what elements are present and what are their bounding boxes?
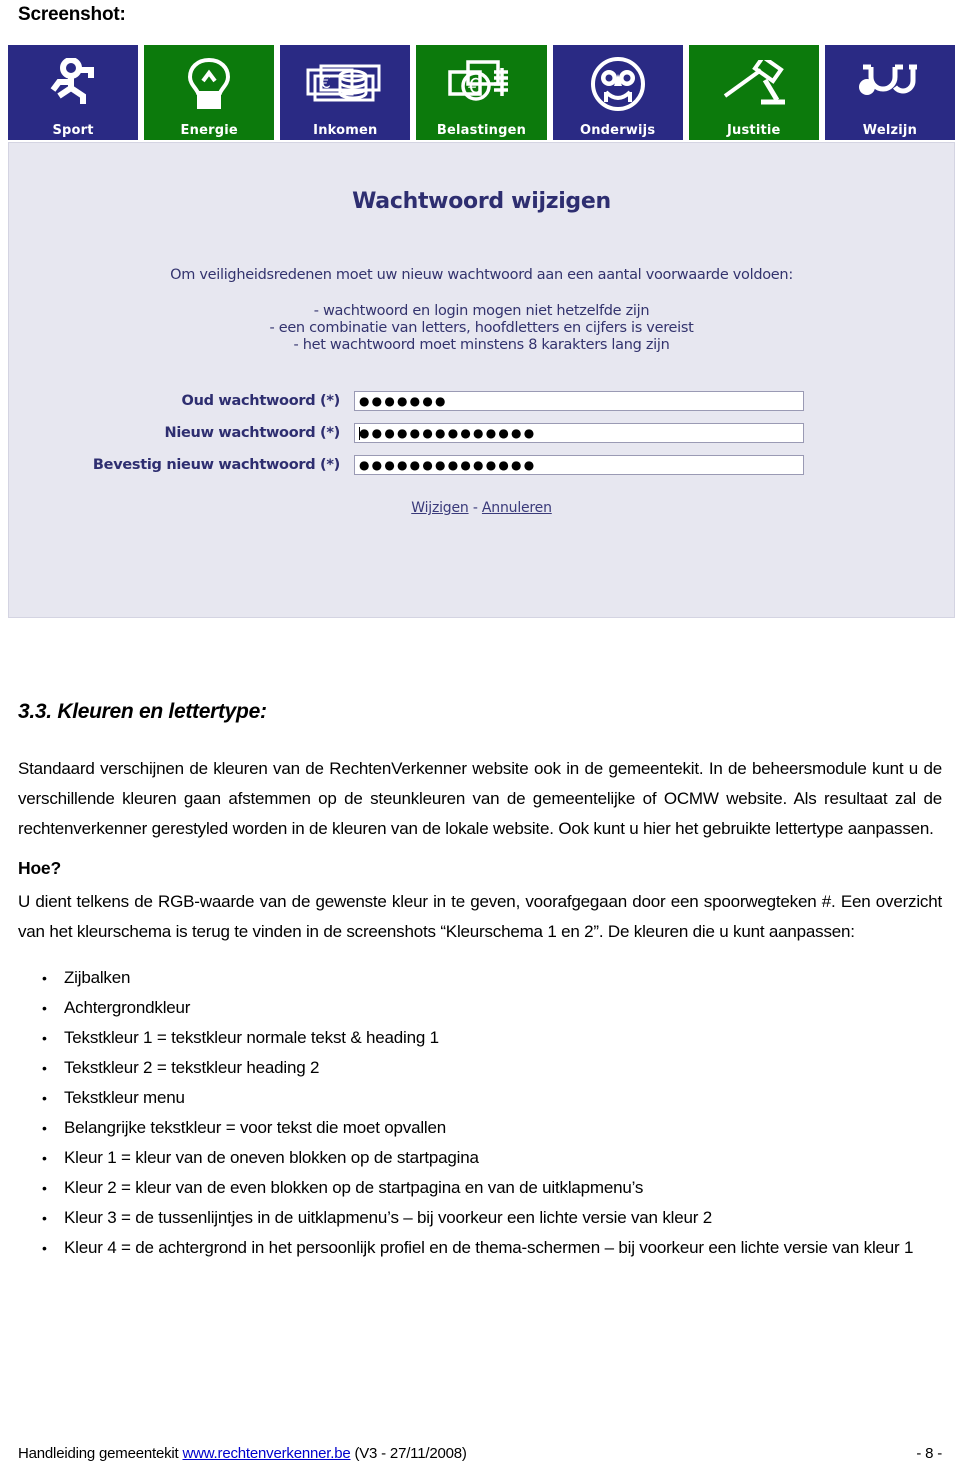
list-item: Kleur 2 = kleur van de even blokken op d… (42, 1173, 942, 1203)
tile-onderwijs[interactable]: Onderwijs (552, 45, 683, 140)
embedded-app-screenshot: Sport Energie € Inkomen € Belastingen On… (8, 45, 955, 618)
tile-belastingen[interactable]: € Belastingen (416, 45, 547, 140)
list-item: Belangrijke tekstkleur = voor tekst die … (42, 1113, 942, 1143)
list-item: Tekstkleur 2 = tekstkleur heading 2 (42, 1053, 942, 1083)
list-item: Kleur 1 = kleur van de oneven blokken op… (42, 1143, 942, 1173)
page-title: Wachtwoord wijzigen (352, 189, 611, 214)
tile-sport[interactable]: Sport (8, 45, 139, 140)
form-row-confirm-password: Bevestig nieuw wachtwoord (*) ●●●●●●●●●●… (9, 450, 954, 480)
tile-label: Inkomen (313, 123, 378, 138)
page-footer: Handleiding gemeentekit www.rechtenverke… (18, 1445, 942, 1467)
subsection-heading: Hoe? (18, 858, 61, 878)
tile-label: Welzijn (862, 123, 918, 138)
footer-suffix: (V3 - 27/11/2008) (350, 1445, 467, 1462)
password-intro-text: Om veiligheidsredenen moet uw nieuw wach… (170, 267, 793, 283)
list-item: Achtergrondkleur (42, 993, 942, 1023)
document-body: 3.3. Kleuren en lettertype: Standaard ve… (18, 700, 942, 1263)
confirm-password-label: Bevestig nieuw wachtwoord (*) (92, 457, 340, 473)
running-person-icon (8, 49, 138, 118)
tile-inkomen[interactable]: € Inkomen (280, 45, 411, 140)
list-item: Tekstkleur menu (42, 1083, 942, 1113)
new-password-input[interactable]: ●●●●●●●●●●●●●● (354, 423, 804, 443)
list-item: Tekstkleur 1 = tekstkleur normale tekst … (42, 1023, 942, 1053)
page-number: - 8 - (916, 1445, 942, 1462)
password-rule: - het wachtwoord moet minstens 8 karakte… (293, 337, 670, 353)
stethoscope-icon (825, 49, 955, 118)
banknotes-coins-icon: € (280, 49, 410, 118)
action-separator: - (468, 500, 482, 516)
svg-text:€: € (468, 74, 481, 98)
tile-label: Justitie (726, 123, 781, 138)
new-password-value: ●●●●●●●●●●●●●● (359, 426, 537, 440)
color-options-list: Zijbalken Achtergrondkleur Tekstkleur 1 … (18, 963, 942, 1263)
footer-website-link[interactable]: www.rechtenverkenner.be (182, 1445, 350, 1462)
form-row-new-password: Nieuw wachtwoord (*) ●●●●●●●●●●●●●● (9, 418, 954, 448)
section-heading: 3.3. Kleuren en lettertype: (18, 700, 267, 723)
old-password-input[interactable]: ●●●●●●● (354, 391, 804, 411)
app-content-panel: Wachtwoord wijzigen Om veiligheidsredene… (8, 142, 955, 618)
tile-label: Energie (180, 123, 238, 138)
cancel-link[interactable]: Annuleren (482, 500, 552, 516)
submit-link[interactable]: Wijzigen (411, 500, 469, 516)
password-form: Oud wachtwoord (*) ●●●●●●● Nieuw wachtwo… (9, 386, 954, 482)
tile-label: Onderwijs (579, 123, 656, 138)
old-password-label: Oud wachtwoord (*) (181, 393, 341, 409)
password-rules-list: - wachtwoord en login mogen niet hetzelf… (9, 303, 954, 354)
list-item: Kleur 3 = de tussenlijntjes in de uitkla… (42, 1203, 942, 1233)
list-item: Zijbalken (42, 963, 942, 993)
lightbulb-icon (144, 49, 274, 118)
paragraph-how: U dient telkens de RGB-waarde van de gew… (18, 892, 942, 941)
confirm-password-input[interactable]: ●●●●●●●●●●●●●● (354, 455, 804, 475)
form-row-old-password: Oud wachtwoord (*) ●●●●●●● (9, 386, 954, 416)
form-action-links: Wijzigen - Annuleren (9, 500, 954, 516)
tile-justitie[interactable]: Justitie (688, 45, 819, 140)
new-password-label: Nieuw wachtwoord (*) (164, 425, 341, 441)
theme-tile-row: Sport Energie € Inkomen € Belastingen On… (8, 45, 955, 140)
screenshot-caption: Screenshot: (18, 4, 126, 25)
list-item: Kleur 4 = de achtergrond in het persoonl… (42, 1233, 942, 1263)
footer-prefix: Handleiding gemeentekit (18, 1445, 183, 1462)
tile-label: Sport (52, 123, 94, 138)
old-password-value: ●●●●●●● (359, 394, 448, 408)
gavel-icon (689, 49, 819, 118)
confirm-password-value: ●●●●●●●●●●●●●● (359, 458, 537, 472)
tile-label: Belastingen (436, 123, 527, 138)
password-rule: - een combinatie van letters, hoofdlette… (269, 320, 694, 336)
paragraph-intro: Standaard verschijnen de kleuren van de … (18, 759, 942, 838)
owl-icon (553, 49, 683, 118)
password-rule: - wachtwoord en login mogen niet hetzelf… (313, 303, 650, 319)
tile-welzijn[interactable]: Welzijn (824, 45, 955, 140)
tile-energie[interactable]: Energie (144, 45, 275, 140)
euro-documents-icon: € (416, 49, 546, 118)
text-caret (359, 427, 360, 440)
footer-text: Handleiding gemeentekit www.rechtenverke… (18, 1445, 467, 1462)
